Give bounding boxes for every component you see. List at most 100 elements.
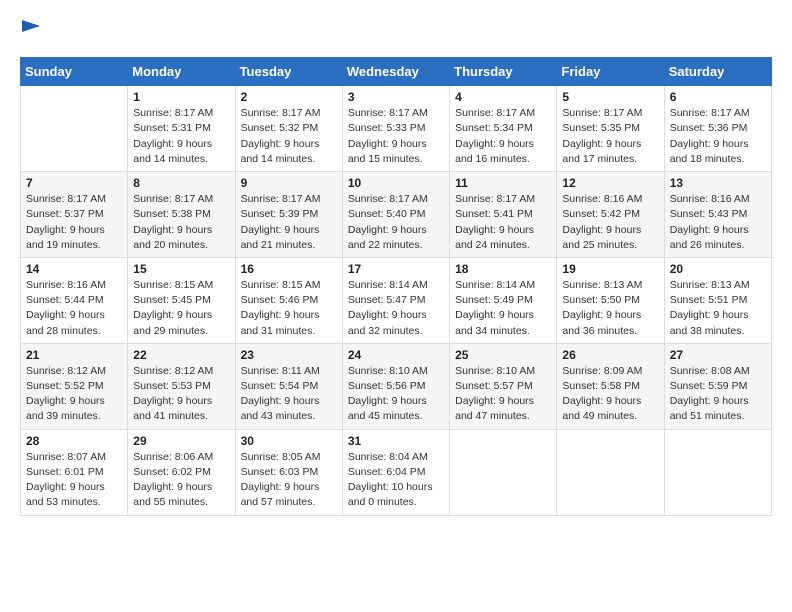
- day-number: 5: [562, 90, 658, 104]
- day-info: Sunrise: 8:16 AMSunset: 5:44 PMDaylight:…: [26, 278, 122, 339]
- weekday-header-monday: Monday: [128, 58, 235, 86]
- calendar-cell: 31 Sunrise: 8:04 AMSunset: 6:04 PMDaylig…: [342, 429, 449, 515]
- calendar-cell: 26 Sunrise: 8:09 AMSunset: 5:58 PMDaylig…: [557, 343, 664, 429]
- day-number: 14: [26, 262, 122, 276]
- calendar-cell: 20 Sunrise: 8:13 AMSunset: 5:51 PMDaylig…: [664, 257, 771, 343]
- day-info: Sunrise: 8:16 AMSunset: 5:42 PMDaylight:…: [562, 192, 658, 253]
- calendar-cell: 1 Sunrise: 8:17 AMSunset: 5:31 PMDayligh…: [128, 86, 235, 172]
- day-number: 22: [133, 348, 229, 362]
- calendar-cell: 27 Sunrise: 8:08 AMSunset: 5:59 PMDaylig…: [664, 343, 771, 429]
- day-info: Sunrise: 8:17 AMSunset: 5:35 PMDaylight:…: [562, 106, 658, 167]
- day-info: Sunrise: 8:04 AMSunset: 6:04 PMDaylight:…: [348, 450, 444, 511]
- calendar-cell: 30 Sunrise: 8:05 AMSunset: 6:03 PMDaylig…: [235, 429, 342, 515]
- day-info: Sunrise: 8:15 AMSunset: 5:45 PMDaylight:…: [133, 278, 229, 339]
- day-number: 10: [348, 176, 444, 190]
- day-info: Sunrise: 8:06 AMSunset: 6:02 PMDaylight:…: [133, 450, 229, 511]
- calendar-cell: 2 Sunrise: 8:17 AMSunset: 5:32 PMDayligh…: [235, 86, 342, 172]
- day-info: Sunrise: 8:12 AMSunset: 5:53 PMDaylight:…: [133, 364, 229, 425]
- day-number: 30: [241, 434, 337, 448]
- calendar-cell: 14 Sunrise: 8:16 AMSunset: 5:44 PMDaylig…: [21, 257, 128, 343]
- calendar-cell: [557, 429, 664, 515]
- day-number: 25: [455, 348, 551, 362]
- day-number: 21: [26, 348, 122, 362]
- day-number: 20: [670, 262, 766, 276]
- day-info: Sunrise: 8:07 AMSunset: 6:01 PMDaylight:…: [26, 450, 122, 511]
- calendar-body: 1 Sunrise: 8:17 AMSunset: 5:31 PMDayligh…: [21, 86, 772, 515]
- calendar-cell: 9 Sunrise: 8:17 AMSunset: 5:39 PMDayligh…: [235, 172, 342, 258]
- day-info: Sunrise: 8:10 AMSunset: 5:56 PMDaylight:…: [348, 364, 444, 425]
- calendar-cell: 21 Sunrise: 8:12 AMSunset: 5:52 PMDaylig…: [21, 343, 128, 429]
- day-info: Sunrise: 8:08 AMSunset: 5:59 PMDaylight:…: [670, 364, 766, 425]
- calendar-cell: [21, 86, 128, 172]
- day-info: Sunrise: 8:09 AMSunset: 5:58 PMDaylight:…: [562, 364, 658, 425]
- calendar-cell: 5 Sunrise: 8:17 AMSunset: 5:35 PMDayligh…: [557, 86, 664, 172]
- day-number: 4: [455, 90, 551, 104]
- calendar-cell: 4 Sunrise: 8:17 AMSunset: 5:34 PMDayligh…: [450, 86, 557, 172]
- day-info: Sunrise: 8:17 AMSunset: 5:33 PMDaylight:…: [348, 106, 444, 167]
- calendar-cell: 19 Sunrise: 8:13 AMSunset: 5:50 PMDaylig…: [557, 257, 664, 343]
- calendar-cell: 25 Sunrise: 8:10 AMSunset: 5:57 PMDaylig…: [450, 343, 557, 429]
- day-number: 8: [133, 176, 229, 190]
- day-info: Sunrise: 8:17 AMSunset: 5:31 PMDaylight:…: [133, 106, 229, 167]
- day-number: 7: [26, 176, 122, 190]
- day-info: Sunrise: 8:05 AMSunset: 6:03 PMDaylight:…: [241, 450, 337, 511]
- day-info: Sunrise: 8:14 AMSunset: 5:49 PMDaylight:…: [455, 278, 551, 339]
- day-info: Sunrise: 8:10 AMSunset: 5:57 PMDaylight:…: [455, 364, 551, 425]
- calendar-week-row: 14 Sunrise: 8:16 AMSunset: 5:44 PMDaylig…: [21, 257, 772, 343]
- calendar-cell: 15 Sunrise: 8:15 AMSunset: 5:45 PMDaylig…: [128, 257, 235, 343]
- calendar-cell: 6 Sunrise: 8:17 AMSunset: 5:36 PMDayligh…: [664, 86, 771, 172]
- calendar-cell: 16 Sunrise: 8:15 AMSunset: 5:46 PMDaylig…: [235, 257, 342, 343]
- day-info: Sunrise: 8:17 AMSunset: 5:40 PMDaylight:…: [348, 192, 444, 253]
- day-number: 9: [241, 176, 337, 190]
- day-number: 3: [348, 90, 444, 104]
- weekday-header-wednesday: Wednesday: [342, 58, 449, 86]
- day-info: Sunrise: 8:17 AMSunset: 5:34 PMDaylight:…: [455, 106, 551, 167]
- calendar-week-row: 21 Sunrise: 8:12 AMSunset: 5:52 PMDaylig…: [21, 343, 772, 429]
- day-info: Sunrise: 8:17 AMSunset: 5:39 PMDaylight:…: [241, 192, 337, 253]
- day-info: Sunrise: 8:12 AMSunset: 5:52 PMDaylight:…: [26, 364, 122, 425]
- day-info: Sunrise: 8:16 AMSunset: 5:43 PMDaylight:…: [670, 192, 766, 253]
- day-info: Sunrise: 8:13 AMSunset: 5:50 PMDaylight:…: [562, 278, 658, 339]
- calendar-cell: 18 Sunrise: 8:14 AMSunset: 5:49 PMDaylig…: [450, 257, 557, 343]
- day-number: 15: [133, 262, 229, 276]
- calendar-cell: 3 Sunrise: 8:17 AMSunset: 5:33 PMDayligh…: [342, 86, 449, 172]
- day-number: 11: [455, 176, 551, 190]
- calendar-cell: 22 Sunrise: 8:12 AMSunset: 5:53 PMDaylig…: [128, 343, 235, 429]
- page-header: [20, 20, 772, 47]
- day-info: Sunrise: 8:17 AMSunset: 5:38 PMDaylight:…: [133, 192, 229, 253]
- day-number: 19: [562, 262, 658, 276]
- day-info: Sunrise: 8:17 AMSunset: 5:37 PMDaylight:…: [26, 192, 122, 253]
- day-number: 28: [26, 434, 122, 448]
- calendar-cell: 28 Sunrise: 8:07 AMSunset: 6:01 PMDaylig…: [21, 429, 128, 515]
- day-number: 2: [241, 90, 337, 104]
- day-number: 23: [241, 348, 337, 362]
- calendar-week-row: 7 Sunrise: 8:17 AMSunset: 5:37 PMDayligh…: [21, 172, 772, 258]
- calendar-cell: 12 Sunrise: 8:16 AMSunset: 5:42 PMDaylig…: [557, 172, 664, 258]
- day-info: Sunrise: 8:17 AMSunset: 5:32 PMDaylight:…: [241, 106, 337, 167]
- day-number: 17: [348, 262, 444, 276]
- calendar-cell: 7 Sunrise: 8:17 AMSunset: 5:37 PMDayligh…: [21, 172, 128, 258]
- day-number: 16: [241, 262, 337, 276]
- day-number: 27: [670, 348, 766, 362]
- weekday-header-saturday: Saturday: [664, 58, 771, 86]
- calendar-cell: 10 Sunrise: 8:17 AMSunset: 5:40 PMDaylig…: [342, 172, 449, 258]
- day-number: 1: [133, 90, 229, 104]
- day-info: Sunrise: 8:11 AMSunset: 5:54 PMDaylight:…: [241, 364, 337, 425]
- calendar-cell: 17 Sunrise: 8:14 AMSunset: 5:47 PMDaylig…: [342, 257, 449, 343]
- calendar-cell: 29 Sunrise: 8:06 AMSunset: 6:02 PMDaylig…: [128, 429, 235, 515]
- calendar-cell: 24 Sunrise: 8:10 AMSunset: 5:56 PMDaylig…: [342, 343, 449, 429]
- logo: [20, 20, 40, 47]
- day-info: Sunrise: 8:17 AMSunset: 5:36 PMDaylight:…: [670, 106, 766, 167]
- day-number: 6: [670, 90, 766, 104]
- weekday-header-tuesday: Tuesday: [235, 58, 342, 86]
- calendar-table: SundayMondayTuesdayWednesdayThursdayFrid…: [20, 57, 772, 515]
- day-number: 13: [670, 176, 766, 190]
- calendar-week-row: 28 Sunrise: 8:07 AMSunset: 6:01 PMDaylig…: [21, 429, 772, 515]
- calendar-cell: [450, 429, 557, 515]
- day-info: Sunrise: 8:13 AMSunset: 5:51 PMDaylight:…: [670, 278, 766, 339]
- day-number: 12: [562, 176, 658, 190]
- day-number: 26: [562, 348, 658, 362]
- day-number: 31: [348, 434, 444, 448]
- day-number: 24: [348, 348, 444, 362]
- day-number: 29: [133, 434, 229, 448]
